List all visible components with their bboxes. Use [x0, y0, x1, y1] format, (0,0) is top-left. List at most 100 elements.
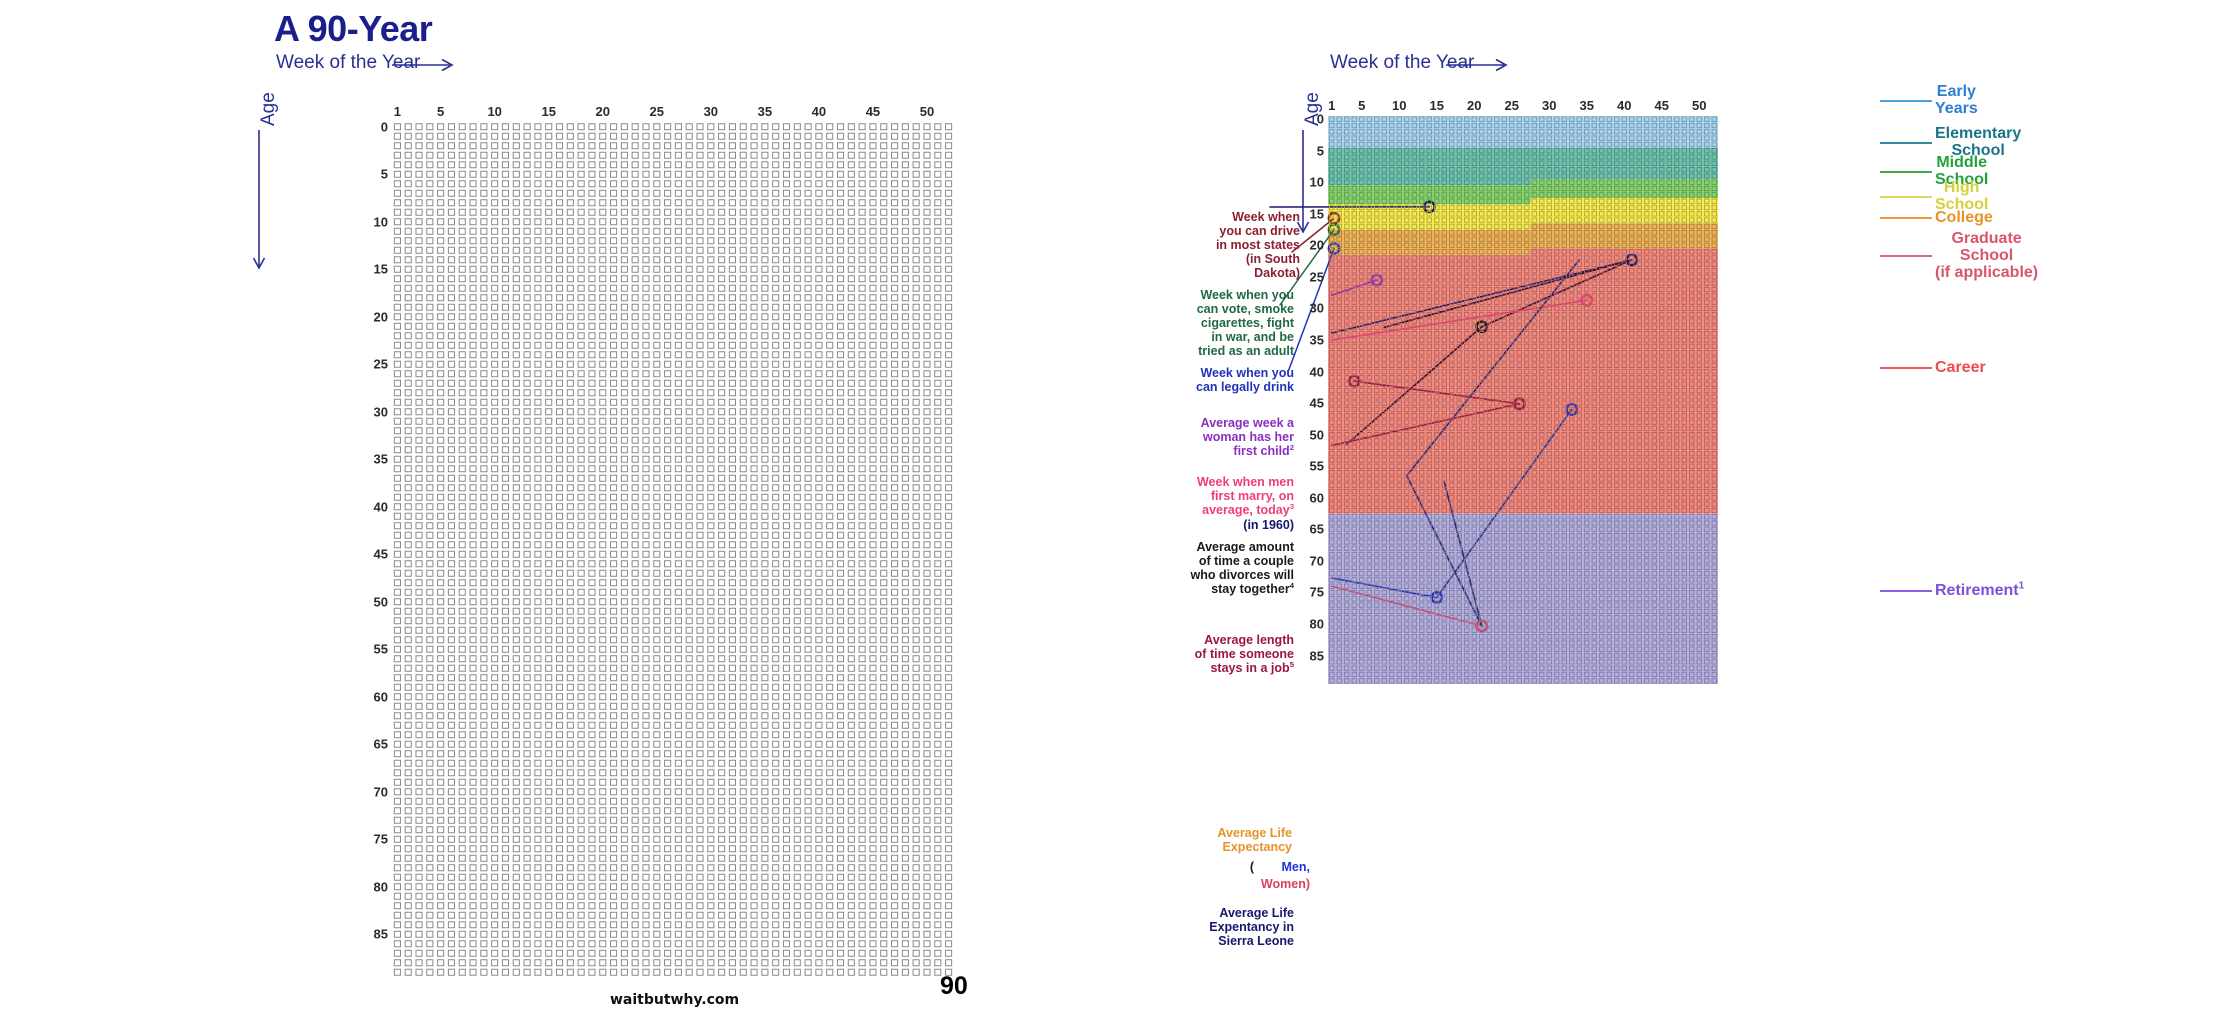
week-tick-left: 35	[757, 104, 773, 119]
legend-rule	[1880, 141, 1932, 144]
age-tick-left: 60	[373, 689, 388, 705]
legend-rule	[1880, 99, 1932, 102]
legend-item-career[interactable]: Career	[1880, 359, 1986, 377]
age-tick-right: 10	[1309, 174, 1324, 190]
credit-left: waitbutwhy.com	[610, 992, 740, 1008]
legend-item-graduate[interactable]: Graduate School (if applicable)	[1880, 230, 2039, 281]
week-tick-right: 5	[1358, 98, 1366, 113]
week-tick-left: 45	[865, 104, 881, 119]
age-tick-left: 55	[373, 641, 388, 657]
annotation-drive: Week when you can drive in most states (…	[1215, 210, 1300, 280]
legend-label: Graduate School (if applicable)	[1935, 230, 2039, 281]
age-tick-left: 0	[380, 119, 388, 135]
legend-item-college[interactable]: College	[1880, 209, 1993, 227]
age-tick-right: 80	[1309, 616, 1324, 632]
annotation-footnote-marker: 4	[1289, 580, 1294, 590]
legend-label: Retirement1	[1935, 580, 2025, 599]
age-tick-right: 35	[1309, 332, 1324, 348]
age-tick-left: 5	[380, 166, 388, 182]
annotation-life-exp-women: Women)	[1260, 877, 1310, 891]
legend-label: Career	[1935, 359, 1986, 376]
week-tick-left: 10	[487, 104, 502, 119]
right-panel: Week of the Year Age 1 5 10 15 20 25 30 35 40 45 5…	[1180, 0, 2236, 1012]
age-tick-left: 30	[373, 404, 388, 420]
annotation-men-marry-1960: (in 1960)	[1243, 518, 1294, 532]
legend-label: Early Years	[1935, 83, 1978, 117]
legend-footnote-marker: 1	[2018, 580, 2025, 592]
legend-item-retirement[interactable]: Retirement1	[1880, 580, 2025, 600]
legend-rule	[1880, 255, 1932, 258]
age-tick-right: 75	[1309, 584, 1324, 600]
age-tick-right: 50	[1309, 427, 1324, 443]
legend-label: College	[1935, 209, 1993, 226]
week-tick-left: 5	[437, 104, 445, 119]
age-tick-right: 85	[1309, 648, 1324, 664]
age-tick-right: 40	[1309, 364, 1324, 380]
age-tick-right: 55	[1309, 458, 1324, 474]
week-tick-left: 40	[811, 104, 827, 119]
age-tick-right: 45	[1309, 395, 1324, 411]
annotation-footnote-marker: 5	[1289, 659, 1294, 669]
annotation-life-exp-paren-open: (	[1249, 860, 1254, 874]
age-tick-left: 40	[373, 499, 388, 515]
age-tick-left: 65	[373, 736, 388, 752]
age-axis-arrow-left	[252, 130, 266, 276]
age-tick-left: 10	[373, 214, 388, 230]
annotation-men-marry: Week when men first marry, on average, t…	[1196, 475, 1294, 517]
age-tick-right: 5	[1316, 143, 1324, 159]
left-panel: A 90-Year Week of the Year Age 1 5 10 15 20 2…	[0, 0, 1000, 1012]
age-tick-left: 25	[373, 356, 388, 372]
annotation-first-child: Average week a woman has her first child…	[1200, 416, 1294, 458]
legend-rule	[1880, 195, 1932, 198]
legend-rule	[1880, 170, 1932, 173]
age-tick-left: 85	[373, 926, 388, 942]
week-axis-arrow-left	[392, 58, 460, 72]
annotation-life-exp-men: Men,	[1281, 860, 1310, 874]
annotation-job-tenure: Average length of time someone stays in …	[1194, 633, 1294, 675]
week-tick-right: 25	[1504, 98, 1519, 113]
age-tick-left: 35	[373, 451, 388, 467]
annotation-sierra-leone: Average Life Expentancy in Sierra Leone	[1209, 906, 1294, 948]
week-tick-right: 1	[1328, 98, 1336, 113]
legend-rule	[1880, 590, 1932, 593]
age-tick-right: 0	[1316, 111, 1324, 127]
annotation-footnote-marker: 3	[1289, 501, 1294, 511]
week-tick-right: 10	[1392, 98, 1407, 113]
age-tick-right: 70	[1309, 553, 1324, 569]
week-tick-right: 35	[1579, 98, 1594, 113]
age-tick-right: 30	[1309, 300, 1324, 316]
age-tick-left: 45	[373, 546, 388, 562]
annotation-footnote-marker: 2	[1289, 442, 1294, 452]
age-tick-left: 75	[373, 831, 388, 847]
week-tick-left: 15	[541, 104, 556, 119]
week-tick-left: 50	[919, 104, 935, 119]
annotation-vote: Week when you can vote, smoke cigarettes…	[1196, 288, 1294, 358]
age-tick-left: 50	[373, 594, 388, 610]
age-tick-left: 70	[373, 784, 388, 800]
week-tick-right: 40	[1617, 98, 1632, 113]
weeks-grid-right	[1328, 116, 1718, 684]
age-axis-label-left: Age	[258, 92, 279, 126]
week-tick-left: 20	[595, 104, 610, 119]
age-tick-right: 65	[1309, 521, 1324, 537]
legend-rule	[1880, 367, 1932, 370]
week-tick-right: 50	[1692, 98, 1707, 113]
week-axis-arrow-right	[1446, 58, 1514, 72]
annotation-divorce: Average amount of time a couple who divo…	[1190, 540, 1295, 596]
week-tick-right: 45	[1654, 98, 1669, 113]
age-tick-left: 15	[373, 261, 388, 277]
weeks-grid-left	[392, 122, 954, 977]
annotation-drink: Week when you can legally drink	[1196, 366, 1294, 394]
week-tick-left: 25	[649, 104, 665, 119]
week-tick-left: 1	[393, 104, 402, 119]
legend-item-early[interactable]: Early Years	[1880, 83, 1978, 118]
age-tick-right: 60	[1309, 490, 1324, 506]
week-tick-right: 20	[1467, 98, 1482, 113]
week-tick-right: 30	[1542, 98, 1557, 113]
end-age-label: 90	[940, 972, 968, 1000]
week-tick-left: 30	[703, 104, 719, 119]
legend-rule	[1880, 217, 1932, 220]
age-tick-left: 20	[373, 309, 388, 325]
week-tick-right: 15	[1429, 98, 1444, 113]
age-tick-left: 80	[373, 879, 388, 895]
